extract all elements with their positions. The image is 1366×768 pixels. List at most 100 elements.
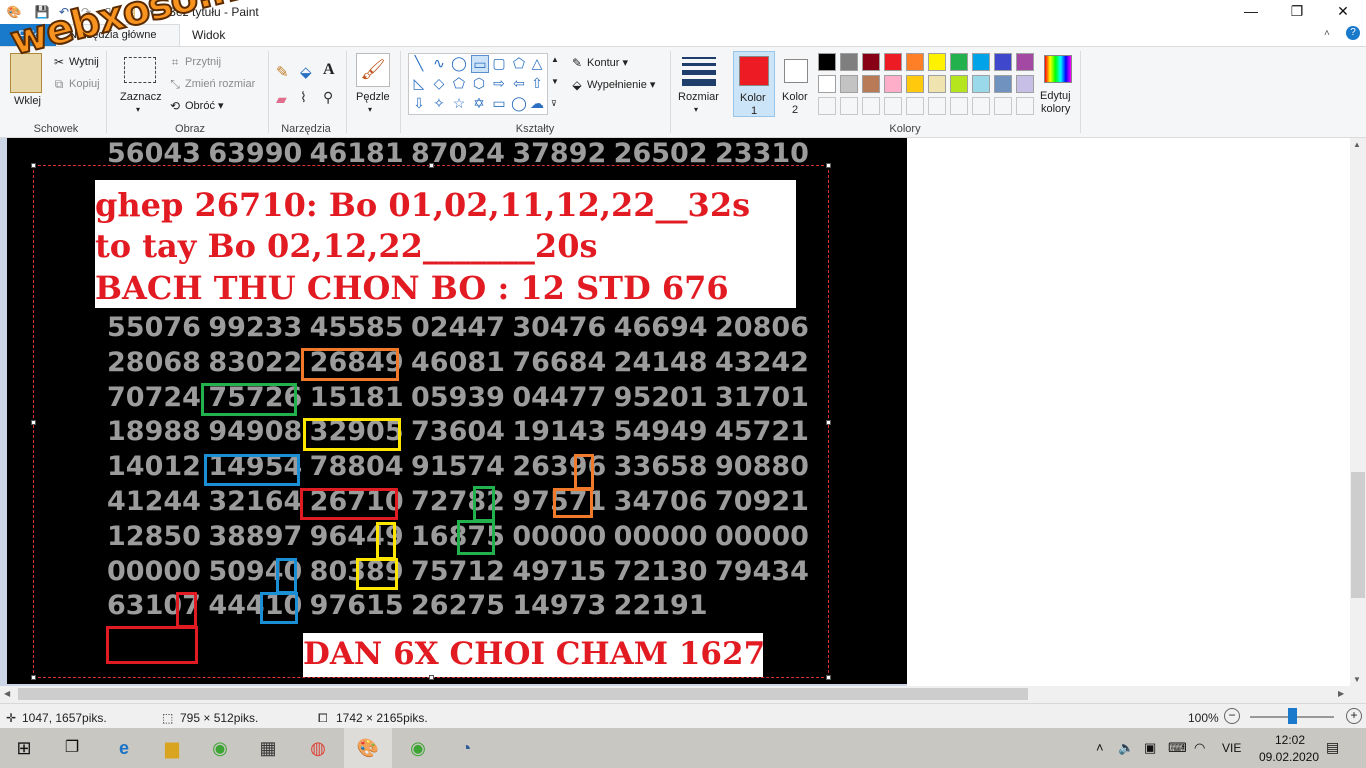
five-point-star-icon[interactable]: ☆ <box>451 95 467 111</box>
minimize-button[interactable]: — <box>1228 0 1274 24</box>
palette-swatch[interactable] <box>818 53 836 71</box>
start-windows-icon[interactable]: ⊞ <box>0 728 48 768</box>
copy-button[interactable]: ⧉ Kopiuj <box>52 77 100 91</box>
shapes-gallery[interactable]: ╲ ∿ ◯ ▭ ▢ ⬠ △ ◺ ◇ ⬠ ⬡ ⇨ ⇦ ⇧ ⇩ ✧ ☆ ✡ ▭ ◯ … <box>408 53 548 115</box>
palette-swatch[interactable] <box>972 75 990 93</box>
palette-swatch[interactable] <box>862 53 880 71</box>
oval-shape-icon[interactable]: ◯ <box>451 55 467 71</box>
custom-color-slot[interactable] <box>840 97 858 115</box>
palette-swatch[interactable] <box>950 75 968 93</box>
select-button[interactable]: Zaznacz <box>120 91 162 103</box>
palette-swatch[interactable] <box>862 75 880 93</box>
selection-rectangle[interactable] <box>31 163 831 680</box>
rotate-button[interactable]: ⟲ Obróć ▾ <box>168 99 224 113</box>
resize-handle[interactable] <box>31 675 36 680</box>
polygon-shape-icon[interactable]: ⬠ <box>511 55 527 71</box>
paste-button[interactable]: Wklej <box>14 95 41 107</box>
zoom-in-icon[interactable]: + <box>1346 708 1362 724</box>
restore-button[interactable]: ❐ <box>1274 0 1320 24</box>
ribbon-collapse-icon[interactable]: ˄ <box>1324 28 1330 39</box>
resize-handle[interactable] <box>31 420 36 425</box>
close-button[interactable]: ✕ <box>1320 0 1366 24</box>
canvas-blank-area[interactable] <box>907 138 1350 686</box>
chrome-icon[interactable]: ◍ <box>294 728 342 768</box>
down-arrow-shape-icon[interactable]: ⇩ <box>411 95 427 111</box>
curve-shape-icon[interactable]: ∿ <box>431 55 447 71</box>
six-point-star-icon[interactable]: ✡ <box>471 95 487 111</box>
color2-selector[interactable]: Kolor 2 <box>778 51 814 117</box>
up-arrow-shape-icon[interactable]: ⇧ <box>529 75 545 91</box>
callout-oval-icon[interactable]: ◯ <box>511 95 527 111</box>
palette-swatch[interactable] <box>950 53 968 71</box>
hexagon-shape-icon[interactable]: ⬡ <box>471 75 487 91</box>
tab-view[interactable]: Widok <box>192 28 225 42</box>
callout-rect-icon[interactable]: ▭ <box>491 95 507 111</box>
shapes-scroll-up-icon[interactable]: ▲ <box>551 55 559 64</box>
tray-expand-icon[interactable]: ˄ <box>1096 740 1104 755</box>
callout-cloud-icon[interactable]: ☁ <box>529 95 545 111</box>
magnifier-icon[interactable]: ⚲ <box>323 89 333 106</box>
resize-handle[interactable] <box>31 163 36 168</box>
size-icon[interactable] <box>682 57 716 86</box>
palette-swatch[interactable] <box>928 75 946 93</box>
network-warning-icon[interactable]: ▣ <box>1144 740 1156 756</box>
brushes-dropdown-icon[interactable]: ▾ <box>368 105 372 114</box>
palette-swatch[interactable] <box>1016 53 1034 71</box>
shapes-expand-icon[interactable]: ⊽ <box>551 99 557 108</box>
zoom-slider-thumb[interactable] <box>1288 708 1297 724</box>
line-shape-icon[interactable]: ╲ <box>411 55 427 71</box>
edit-colors-button[interactable]: Edytuj <box>1040 90 1071 102</box>
select-icon[interactable] <box>124 57 156 83</box>
task-view-icon[interactable]: ❐ <box>48 728 96 768</box>
resize-handle[interactable] <box>826 163 831 168</box>
file-explorer-icon[interactable]: ▆ <box>148 728 196 768</box>
custom-color-slot[interactable] <box>818 97 836 115</box>
paint-taskbar-icon[interactable]: 🎨 <box>344 728 392 768</box>
edit-colors-icon[interactable] <box>1044 55 1072 83</box>
palette-swatch[interactable] <box>818 75 836 93</box>
fill-bucket-icon[interactable]: ⬙ <box>300 63 312 81</box>
palette-swatch[interactable] <box>994 75 1012 93</box>
custom-color-slot[interactable] <box>884 97 902 115</box>
palette-swatch[interactable] <box>840 53 858 71</box>
left-arrow-shape-icon[interactable]: ⇦ <box>511 75 527 91</box>
vertical-scrollbar[interactable]: ▲ ▼ <box>1350 138 1366 686</box>
scroll-down-icon[interactable]: ▼ <box>1353 675 1361 684</box>
brushes-button[interactable]: Pędzle <box>356 91 390 103</box>
fill-button[interactable]: ⬙ Wypełnienie ▾ <box>570 78 655 92</box>
custom-color-slot[interactable] <box>862 97 880 115</box>
app-green-icon[interactable]: ◉ <box>196 728 244 768</box>
scroll-up-icon[interactable]: ▲ <box>1353 140 1361 149</box>
palette-swatch[interactable] <box>994 53 1012 71</box>
custom-color-slot[interactable] <box>928 97 946 115</box>
horizontal-scroll-thumb[interactable] <box>18 688 1028 700</box>
palette-swatch[interactable] <box>884 75 902 93</box>
palette-swatch[interactable] <box>840 75 858 93</box>
help-icon[interactable]: ? <box>1346 26 1360 40</box>
right-triangle-shape-icon[interactable]: ◺ <box>411 75 427 91</box>
color1-selector[interactable]: Kolor 1 <box>733 51 775 117</box>
custom-color-slot[interactable] <box>906 97 924 115</box>
size-dropdown-icon[interactable]: ▾ <box>694 105 698 114</box>
palette-swatch[interactable] <box>928 53 946 71</box>
custom-color-slot[interactable] <box>972 97 990 115</box>
zoom-out-icon[interactable]: − <box>1224 708 1240 724</box>
text-tool-icon[interactable]: A <box>323 61 335 79</box>
speaker-icon[interactable]: 🔈 <box>1118 740 1134 756</box>
custom-color-slot[interactable] <box>1016 97 1034 115</box>
clock-date[interactable]: 09.02.2020 <box>1254 750 1324 764</box>
scroll-left-icon[interactable]: ◀ <box>4 689 10 698</box>
eraser-icon[interactable]: ▰ <box>276 91 287 108</box>
outline-button[interactable]: ✎ Kontur ▾ <box>570 56 628 70</box>
language-indicator[interactable]: VIE <box>1222 741 1241 755</box>
size-button[interactable]: Rozmiar <box>678 91 719 103</box>
brush-icon[interactable]: 🖌 <box>356 53 390 87</box>
color-picker-icon[interactable]: ⌇ <box>300 89 307 106</box>
scroll-right-icon[interactable]: ▶ <box>1338 689 1344 698</box>
resize-handle[interactable] <box>429 163 434 168</box>
vertical-scroll-thumb[interactable] <box>1351 472 1365 598</box>
diamond-shape-icon[interactable]: ◇ <box>431 75 447 91</box>
right-arrow-shape-icon[interactable]: ⇨ <box>491 75 507 91</box>
rounded-rect-shape-icon[interactable]: ▢ <box>491 55 507 71</box>
custom-color-slot[interactable] <box>950 97 968 115</box>
